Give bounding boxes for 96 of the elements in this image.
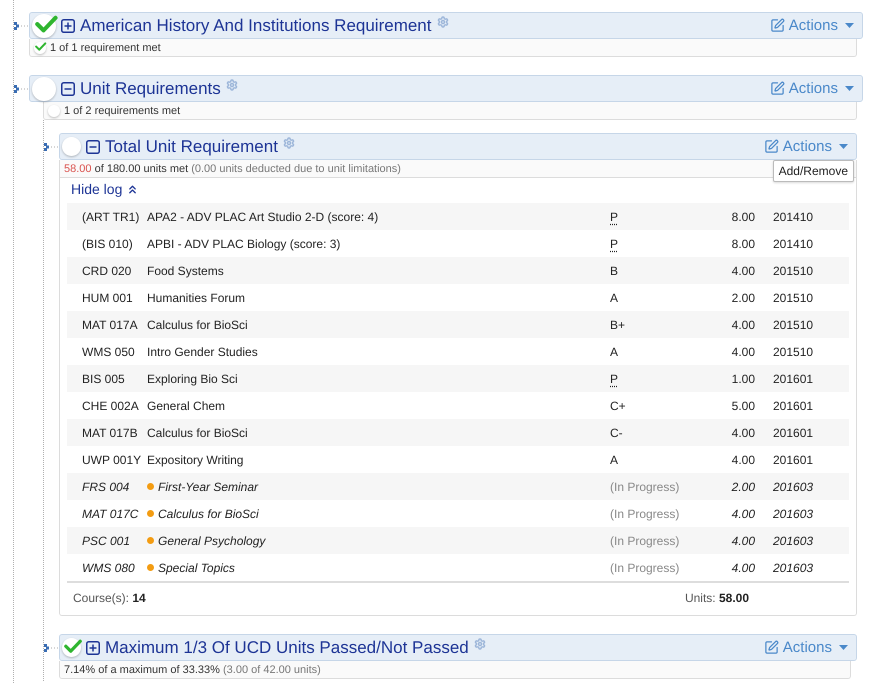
requirement-title[interactable]: Unit Requirements <box>80 78 221 98</box>
course-grade: (In Progress) <box>609 480 680 494</box>
edit-icon <box>770 81 785 96</box>
course-term: 201410 <box>772 236 814 250</box>
course-grade: P <box>609 236 620 250</box>
requirement-title[interactable]: Maximum 1/3 Of UCD Units Passed/Not Passed <box>105 638 469 658</box>
course-term: 201603 <box>772 480 814 494</box>
course-units: 5.00 <box>730 398 755 412</box>
course-term: 201601 <box>772 452 814 466</box>
course-grade: (In Progress) <box>609 560 680 574</box>
summary-text: 1 of 2 requirements met <box>64 104 180 116</box>
course-units: 1.00 <box>730 372 755 386</box>
course-code: CRD 020 <box>81 264 132 278</box>
course-units: 4.00 <box>730 426 755 440</box>
caret-icon <box>839 144 848 149</box>
course-title: General Psychology <box>158 534 266 548</box>
caret-icon <box>845 23 854 28</box>
course-term: 201410 <box>772 210 814 224</box>
summary-text: 58.00 of 180.00 units met (0.00 units deducted due to unit limitations) <box>64 162 401 174</box>
course-units: 4.00 <box>730 264 755 278</box>
course-code: FRS 004 <box>81 480 130 494</box>
course-code: PSC 001 <box>81 534 132 548</box>
course-code: MAT 017C <box>81 506 140 520</box>
course-term: 201601 <box>772 426 814 440</box>
course-code: BIS 005 <box>81 372 126 386</box>
expand-icon[interactable] <box>61 18 75 32</box>
course-term: 201510 <box>772 318 814 332</box>
course-term: 201601 <box>772 372 814 386</box>
course-term: 201603 <box>772 560 814 574</box>
edit-icon <box>764 139 779 154</box>
course-title: Food Systems <box>147 264 224 278</box>
course-title: Humanities Forum <box>147 290 246 304</box>
collapse-icon[interactable] <box>86 140 100 154</box>
check-icon <box>64 638 82 654</box>
course-term: 201603 <box>772 506 814 520</box>
edit-icon <box>764 640 779 655</box>
course-units: 2.00 <box>730 290 755 304</box>
course-title: Special Topics <box>158 560 235 574</box>
course-grade: P <box>609 372 620 386</box>
course-grade: A <box>609 344 620 358</box>
course-code: CHE 002A <box>81 398 140 412</box>
course-grade: A <box>609 290 620 304</box>
course-code: MAT 017A <box>81 318 139 332</box>
course-code: WMS 050 <box>81 344 136 358</box>
summary-text: 7.14% of a maximum of 33.33% (3.00 of 42.00 units) <box>64 664 321 676</box>
caret-icon <box>845 86 854 91</box>
course-code: (BIS 010) <box>81 236 134 250</box>
course-code: MAT 017B <box>81 426 139 440</box>
course-title: APA2 - ADV PLAC Art Studio 2-D (score: 4) <box>147 210 378 224</box>
course-units: 4.00 <box>730 534 755 548</box>
course-title: Exploring Bio Sci <box>147 372 238 386</box>
course-grade: B <box>609 264 620 278</box>
course-grade: (In Progress) <box>609 506 680 520</box>
expand-icon[interactable] <box>86 640 100 654</box>
requirement-title[interactable]: Total Unit Requirement <box>105 136 278 156</box>
course-term: 201510 <box>772 290 814 304</box>
course-units: 4.00 <box>730 452 755 466</box>
course-code: (ART TR1) <box>81 210 140 224</box>
course-units: 2.00 <box>730 480 755 494</box>
course-units: 8.00 <box>730 210 755 224</box>
course-term: 201510 <box>772 344 814 358</box>
collapse-icon[interactable] <box>61 82 75 96</box>
course-title: General Chem <box>147 398 226 412</box>
course-code: HUM 001 <box>81 290 134 304</box>
course-code: WMS 080 <box>81 560 136 574</box>
check-icon <box>34 14 58 33</box>
course-grade: C+ <box>609 398 627 412</box>
course-units: 4.00 <box>730 560 755 574</box>
caret-icon <box>839 645 848 650</box>
course-grade: (In Progress) <box>609 534 680 548</box>
course-grade: C- <box>609 426 624 440</box>
units-total: Units: 58.00 <box>684 591 749 605</box>
courses-total: Course(s): 14 <box>73 591 146 605</box>
course-grade: P <box>609 210 620 224</box>
course-title: First-Year Seminar <box>158 480 258 494</box>
course-title: APBI - ADV PLAC Biology (score: 3) <box>147 236 340 250</box>
course-units: 4.00 <box>730 318 755 332</box>
course-title: Expository Writing <box>147 452 244 466</box>
course-grade: B+ <box>609 318 626 332</box>
course-units: 8.00 <box>730 236 755 250</box>
requirement-title[interactable]: American History And Institutions Requirement <box>80 16 432 36</box>
course-grade: A <box>609 452 620 466</box>
course-units: 4.00 <box>730 344 755 358</box>
summary-text: 1 of 1 requirement met <box>50 42 161 54</box>
course-title: Calculus for BioSci <box>147 318 248 332</box>
course-term: 201510 <box>772 264 814 278</box>
course-units: 4.00 <box>730 506 755 520</box>
course-term: 201603 <box>772 534 814 548</box>
edit-icon <box>770 18 785 33</box>
course-code: UWP 001Y <box>81 452 142 466</box>
course-title: Calculus for BioSci <box>147 426 248 440</box>
course-title: Intro Gender Studies <box>147 344 258 358</box>
tooltip: Add/Remove <box>772 160 854 182</box>
hide-log-link[interactable]: Hide log <box>71 181 140 197</box>
course-term: 201601 <box>772 398 814 412</box>
course-title: Calculus for BioSci <box>158 506 259 520</box>
